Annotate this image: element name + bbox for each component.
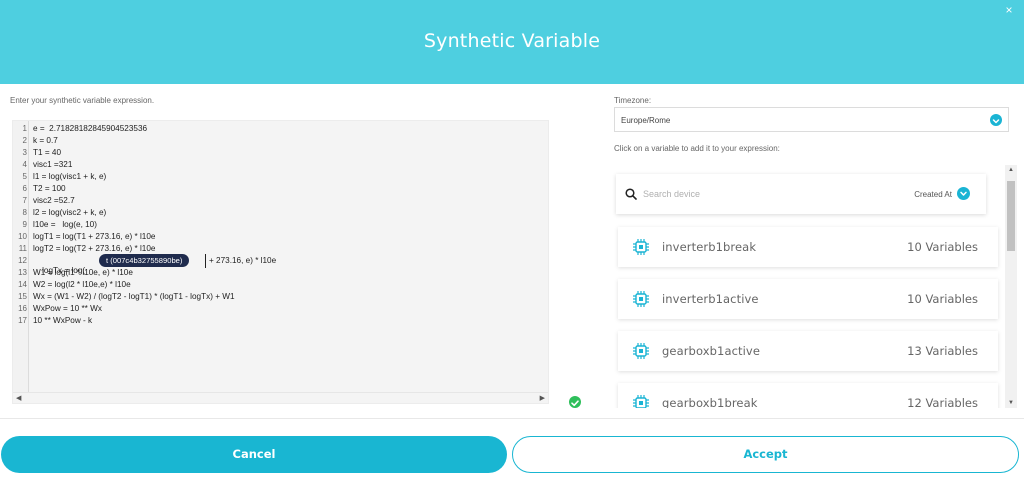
device-item[interactable]: gearboxb1break 12 Variables (618, 383, 998, 408)
variables-panel: Search device Created At inverterb1break… (610, 162, 1010, 408)
device-variable-count: 13 Variables (907, 344, 978, 358)
line-number: 3 (22, 148, 27, 157)
line-number: 15 (18, 292, 27, 301)
device-item[interactable]: inverterb1break 10 Variables (618, 227, 998, 267)
timezone-select[interactable]: Europe/Rome (614, 107, 1009, 132)
scroll-left-icon[interactable]: ◀ (16, 394, 21, 402)
text-cursor (205, 254, 206, 268)
line-number: 8 (22, 208, 27, 217)
scrollbar-thumb[interactable] (1007, 181, 1015, 251)
expression-editor[interactable]: 1 2 3 4 5 6 7 8 9 10 11 12 13 14 15 16 1… (12, 120, 549, 404)
line-number: 1 (22, 124, 27, 133)
line-number: 4 (22, 160, 27, 169)
editor-instruction: Enter your synthetic variable expression… (10, 96, 155, 105)
chevron-down-icon (990, 114, 1002, 126)
timezone-value: Europe/Rome (621, 116, 671, 125)
vertical-scrollbar[interactable]: ▲ ▼ (1005, 165, 1017, 408)
code-line: l10e = log(e, 10) (33, 220, 97, 229)
line-number: 13 (18, 268, 27, 277)
check-icon (569, 396, 581, 408)
code-line: visc2 =52.7 (33, 196, 75, 205)
line-number: 11 (18, 244, 27, 253)
variable-token[interactable]: t (007c4b32755890be) (99, 254, 190, 267)
code-line: k = 0.7 (33, 136, 58, 145)
code-line-suffix: + 273.16, e) * l10e (209, 256, 277, 265)
scroll-up-icon[interactable]: ▲ (1008, 167, 1014, 173)
device-name: gearboxb1break (662, 396, 758, 408)
line-number: 10 (18, 232, 27, 241)
chip-icon (632, 394, 650, 408)
code-line: Wx = (W1 - W2) / (logT2 - logT1) * (logT… (33, 292, 235, 301)
line-number: 9 (22, 220, 27, 229)
line-number-gutter: 1 2 3 4 5 6 7 8 9 10 11 12 13 14 15 16 1… (13, 121, 29, 393)
code-line: 10 ** WxPow - k (33, 316, 93, 325)
horizontal-scrollbar[interactable]: ◀ ▶ (13, 392, 548, 403)
line-number: 7 (22, 196, 27, 205)
device-item[interactable]: gearboxb1active 13 Variables (618, 331, 998, 371)
line-number: 16 (18, 304, 27, 313)
chip-icon (632, 342, 650, 360)
code-line: W2 = log(l2 * l10e,e) * l10e (33, 280, 131, 289)
dialog-title: Synthetic Variable (423, 30, 601, 52)
device-variable-count: 10 Variables (907, 240, 978, 254)
device-item[interactable]: inverterb1active 10 Variables (618, 279, 998, 319)
close-icon[interactable]: × (1002, 3, 1016, 17)
chevron-down-icon[interactable] (957, 187, 970, 200)
code-line: l1 = log(visc1 + k, e) (33, 172, 107, 181)
device-variable-count: 12 Variables (907, 396, 978, 408)
line-number: 2 (22, 136, 27, 145)
line-number: 14 (18, 280, 27, 289)
sort-label[interactable]: Created At (914, 190, 952, 199)
code-line: T1 = 40 (33, 148, 61, 157)
scroll-down-icon[interactable]: ▼ (1008, 400, 1014, 406)
footer-divider (0, 418, 1024, 419)
device-variable-count: 10 Variables (907, 292, 978, 306)
scroll-right-icon[interactable]: ▶ (540, 394, 545, 402)
chip-icon (632, 238, 650, 256)
code-line: logT1 = log(T1 + 273.16, e) * l10e (33, 232, 156, 241)
code-line: WxPow = 10 ** Wx (33, 304, 102, 313)
code-line: visc1 =321 (33, 160, 73, 169)
device-search-bar: Search device Created At (616, 174, 986, 214)
timezone-label: Timezone: (614, 96, 652, 105)
device-name: gearboxb1active (662, 344, 761, 358)
line-number: 6 (22, 184, 27, 193)
search-icon (624, 187, 638, 201)
search-input[interactable]: Search device (643, 189, 700, 199)
code-line: logT2 = log(T2 + 273.16, e) * l10e (33, 244, 156, 253)
accept-button[interactable]: Accept (512, 436, 1019, 473)
code-line: e = 2.71828182845904523536 (33, 124, 148, 133)
line-number: 17 (18, 316, 27, 325)
line-number: 5 (22, 172, 27, 181)
chip-icon (632, 290, 650, 308)
dialog-header: Synthetic Variable × (0, 0, 1024, 84)
code-line: l2 = log(visc2 + k, e) (33, 208, 107, 217)
code-line: W1 = log(l1 * l10e, e) * l10e (33, 268, 133, 277)
line-number: 12 (18, 256, 27, 265)
cancel-button[interactable]: Cancel (1, 436, 507, 473)
device-name: inverterb1break (662, 240, 757, 254)
code-line: T2 = 100 (33, 184, 66, 193)
device-name: inverterb1active (662, 292, 759, 306)
variables-hint: Click on a variable to add it to your ex… (614, 144, 780, 153)
